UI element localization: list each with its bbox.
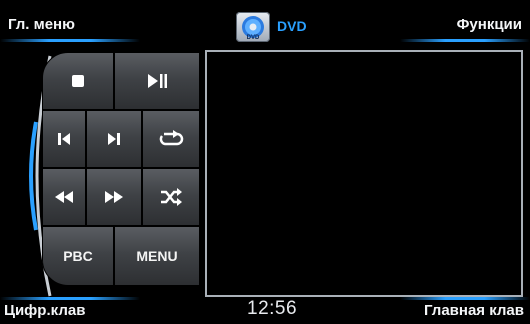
functions-underline (400, 39, 530, 42)
stop-icon (72, 75, 84, 87)
play-pause-icon (148, 74, 167, 88)
svg-text:DVD: DVD (247, 35, 260, 41)
play-pause-button[interactable] (114, 52, 200, 110)
main-keyboard-underline (400, 297, 530, 300)
video-display[interactable] (205, 50, 523, 297)
main-menu-underline (0, 39, 140, 42)
clock: 12:56 (247, 298, 298, 319)
menu-button[interactable]: MENU (114, 226, 200, 286)
pbc-button[interactable]: PBC (42, 226, 114, 286)
skip-previous-icon (58, 133, 70, 145)
repeat-icon (159, 130, 184, 146)
rewind-icon (55, 191, 73, 203)
functions-button[interactable]: Функции (457, 16, 522, 33)
shuffle-button[interactable] (142, 168, 200, 226)
pbc-label: PBC (63, 248, 93, 264)
shuffle-icon (161, 188, 182, 206)
fast-forward-icon (105, 191, 123, 203)
main-menu-button[interactable]: Гл. меню (8, 16, 75, 33)
repeat-button[interactable] (142, 110, 200, 168)
numpad-button[interactable]: Цифр.клав (4, 302, 85, 319)
menu-label: MENU (136, 248, 178, 264)
main-keyboard-button[interactable]: Главная клав (424, 302, 524, 319)
stop-button[interactable] (42, 52, 114, 110)
fast-forward-button[interactable] (86, 168, 142, 226)
next-track-button[interactable] (86, 110, 142, 168)
numpad-underline (0, 297, 140, 300)
previous-track-button[interactable] (42, 110, 86, 168)
dvd-disc-icon[interactable]: DVD (236, 12, 270, 42)
rewind-button[interactable] (42, 168, 86, 226)
source-label: DVD (277, 18, 307, 34)
skip-next-icon (108, 133, 120, 145)
